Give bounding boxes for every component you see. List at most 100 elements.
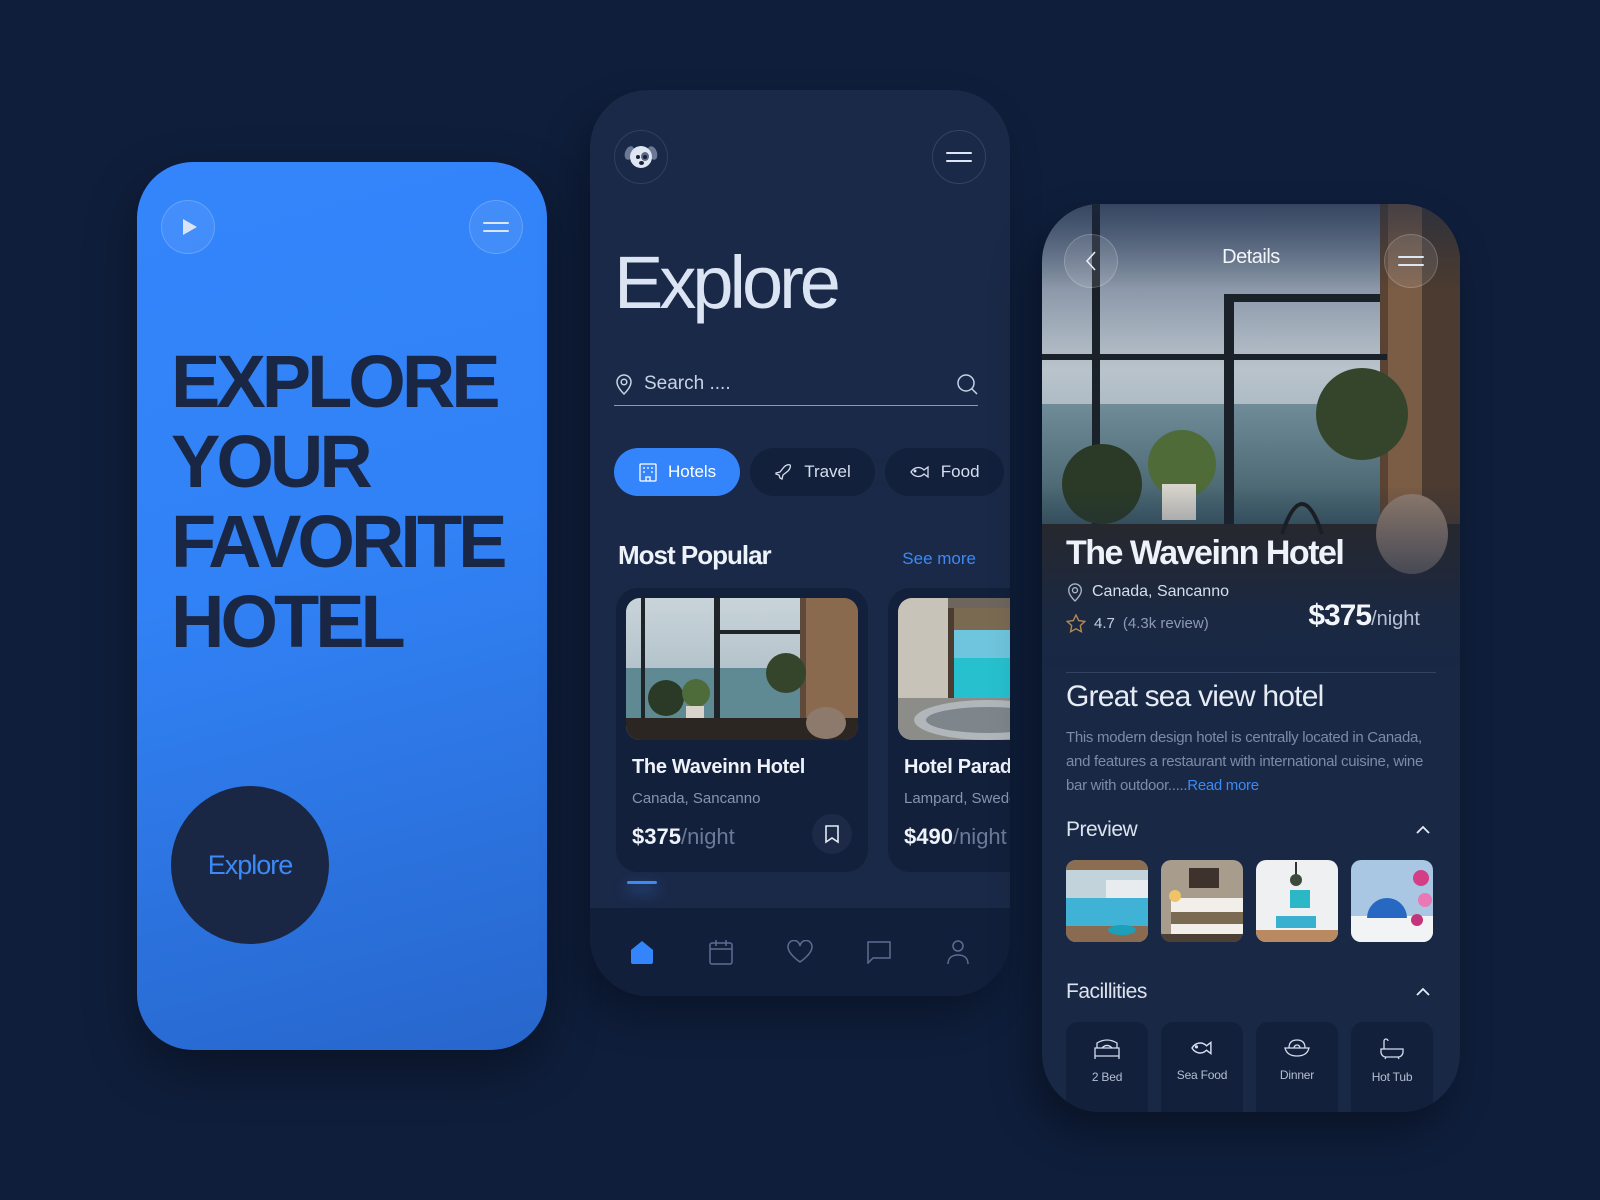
menu-button[interactable] [1384,234,1438,288]
hotel-card[interactable]: Hotel Paradise Lampard, Sweden $490/nigh… [888,588,1010,872]
hotel-photo [626,598,858,740]
menu-button[interactable] [932,130,986,184]
facility-item[interactable]: 2 Bed [1066,1022,1148,1112]
heading-line: YOUR [171,420,373,503]
divider [1066,672,1436,673]
hotel-headline: Great sea view hotel [1066,680,1324,713]
hotel-price: $490/night [904,824,1007,849]
play-icon [183,219,197,235]
bookmark-icon [825,825,839,844]
search-bar [614,362,978,406]
bed-icon [1094,1039,1120,1059]
location-text: Canada, Sancanno [1092,583,1229,600]
details-screen: Details The Waveinn Hotel Canada, Sancan… [1042,204,1460,1112]
airplane-icon [775,463,792,480]
preview-thumbnail[interactable] [1066,860,1148,942]
hotel-name: The Waveinn Hotel [632,756,806,778]
preview-gallery [1066,860,1433,942]
facility-label: Dinner [1279,1068,1315,1082]
heart-icon [787,940,813,963]
hotel-location: Canada, Sancanno [1066,582,1229,602]
review-count: (4.3k review) [1122,615,1209,632]
splash-screen: EXPLORE YOUR FAVORITE HOTEL Explore [137,162,547,1050]
menu-icon [483,222,509,232]
facilities-list: 2 Bed Sea Food Dinner Hot Tub [1066,1022,1433,1112]
facility-label: 2 Bed [1091,1070,1123,1084]
preview-thumbnail[interactable] [1161,860,1243,942]
preview-thumbnail[interactable] [1256,860,1338,942]
preview-header: Preview [1066,818,1434,842]
nav-home[interactable] [617,881,667,977]
facility-label: Sea Food [1176,1068,1228,1082]
user-icon [947,940,970,965]
tab-travel[interactable]: Travel [750,448,875,496]
facility-item[interactable]: Dinner [1256,1022,1338,1112]
read-more-link[interactable]: Read more [1187,777,1259,794]
hotel-card[interactable]: The Waveinn Hotel Canada, Sancanno $375/… [616,588,868,872]
section-title: Most Popular [618,540,772,570]
hotel-icon [639,463,657,482]
hotel-price: $375/night [632,824,735,849]
heading-line: HOTEL [171,580,406,663]
menu-icon [1398,256,1424,266]
dog-avatar-icon [622,142,660,172]
section-title: Preview [1066,818,1138,841]
explore-button-label: Explore [207,849,294,880]
hotel-price: $375/night [1308,599,1420,632]
chevron-up-icon [1416,987,1430,996]
fish-icon [1191,1041,1212,1055]
nav-messages[interactable] [854,927,904,977]
nav-profile[interactable] [933,927,983,977]
facility-label: Hot Tub [1371,1070,1413,1084]
hotel-cards: The Waveinn Hotel Canada, Sancanno $375/… [616,588,1010,872]
see-more-link[interactable]: See more [902,549,976,569]
hotel-rating: 4.7 (4.3k review) [1066,614,1209,633]
bathtub-icon [1380,1038,1404,1060]
star-icon [1066,614,1086,633]
page-title: Explore [614,241,841,324]
home-icon [630,941,653,964]
section-title: Facillities [1066,980,1147,1003]
bottom-nav [590,881,1010,996]
avatar[interactable] [614,130,668,184]
heading-line: FAVORITE [171,500,508,583]
preview-thumbnail[interactable] [1351,860,1433,942]
nav-calendar[interactable] [696,927,746,977]
explore-button[interactable]: Explore [171,786,329,944]
hotel-location: Lampard, Sweden [904,790,1010,807]
calendar-icon [709,940,733,965]
active-indicator [626,881,657,884]
dinner-bowl-icon [1284,1039,1310,1057]
menu-button[interactable] [469,200,523,254]
tab-food[interactable]: Food [884,448,1004,496]
explore-screen: Explore Hotels Travel Food Most Popular … [590,90,1010,996]
hotel-location: Canada, Sancanno [632,790,761,807]
collapse-facilities-button[interactable] [1412,981,1434,1003]
fish-icon [910,465,929,479]
splash-heading: EXPLORE YOUR FAVORITE HOTEL [171,342,531,662]
search-icon[interactable] [956,373,978,395]
tab-label: Travel [804,462,851,481]
chat-icon [867,941,891,964]
tab-label: Food [940,462,980,481]
tab-label: Hotels [668,462,717,481]
category-tabs: Hotels Travel Food [614,448,1010,496]
hotel-photo [898,598,1010,740]
facilities-header: Facillities [1066,980,1434,1004]
nav-favorites[interactable] [775,927,825,977]
menu-icon [946,152,972,162]
hotel-description: This modern design hotel is centrally lo… [1066,729,1423,794]
collapse-preview-button[interactable] [1412,819,1434,841]
location-pin-icon [616,373,632,395]
facility-item[interactable]: Sea Food [1161,1022,1243,1112]
chevron-up-icon [1416,825,1430,834]
bookmark-button[interactable] [812,814,852,854]
heading-line: EXPLORE [171,340,501,423]
play-button[interactable] [161,200,215,254]
facility-item[interactable]: Hot Tub [1351,1022,1433,1112]
search-input[interactable] [634,372,956,395]
tab-hotels[interactable]: Hotels [614,448,741,496]
most-popular-header: Most Popular See more [618,540,976,571]
rating-value: 4.7 [1094,615,1115,632]
location-pin-icon [1068,583,1082,602]
